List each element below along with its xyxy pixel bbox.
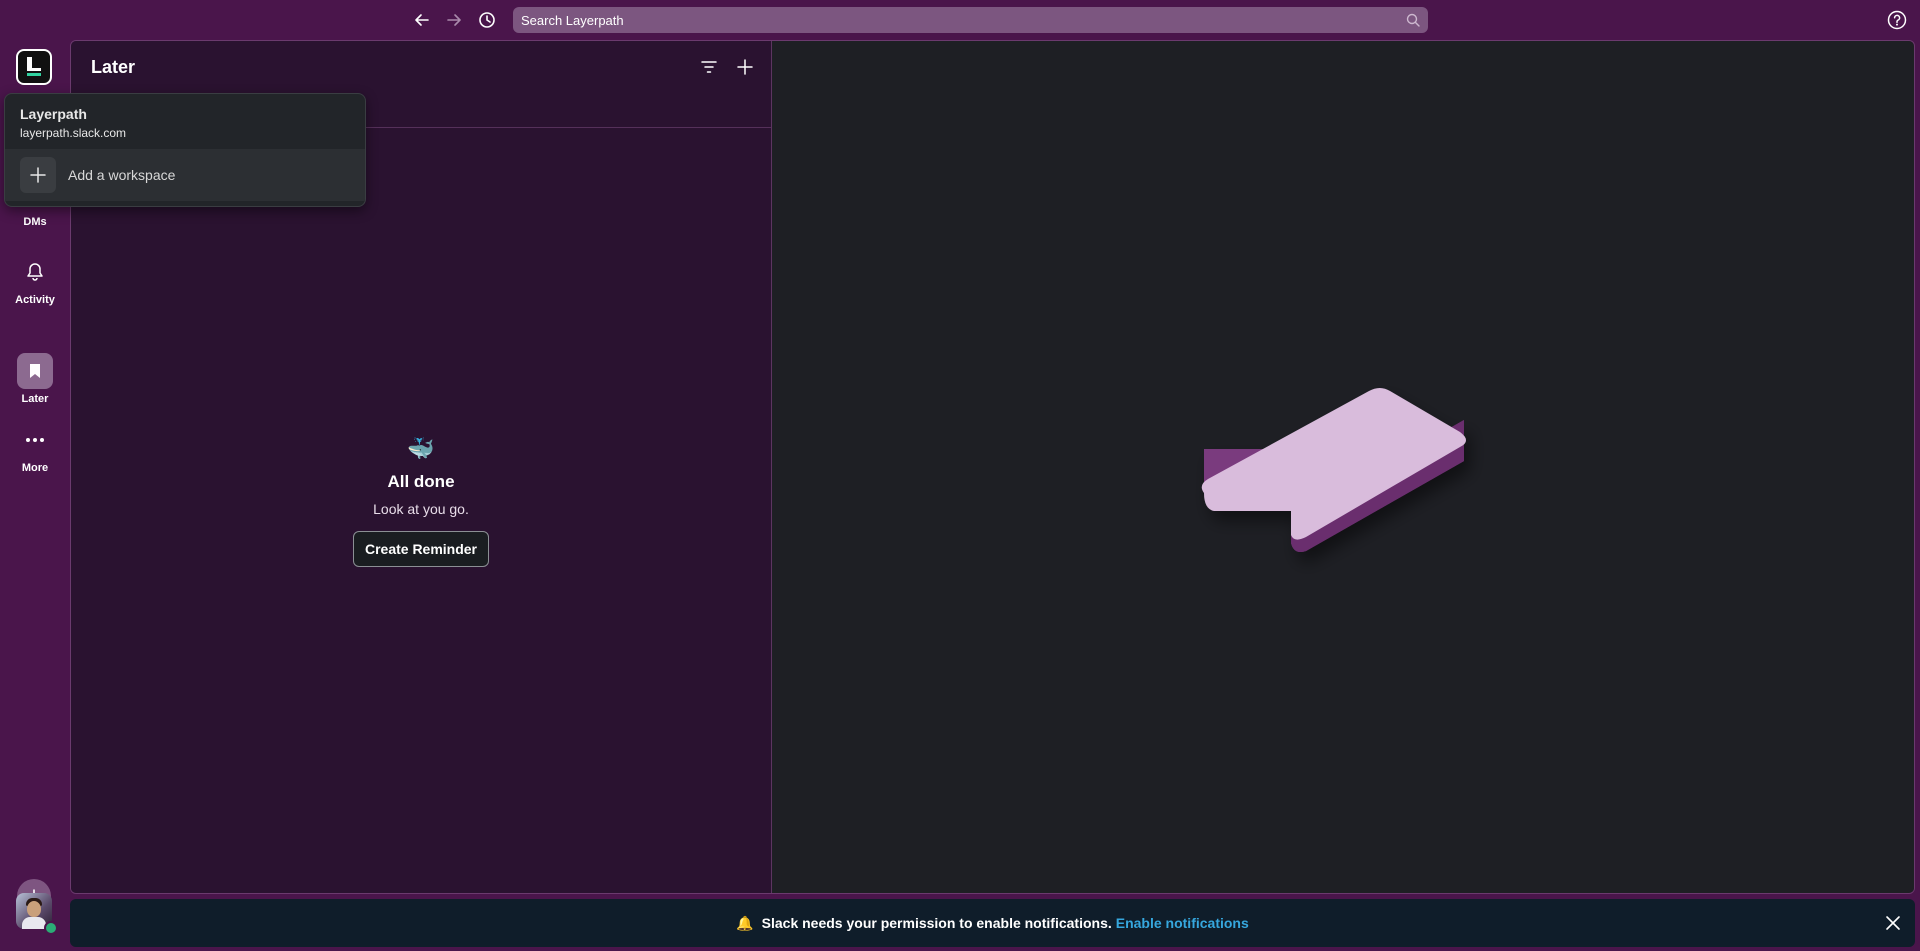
add-workspace-item[interactable]: Add a workspace <box>5 149 365 201</box>
help-icon <box>1887 10 1907 30</box>
bookmark-icon <box>17 353 53 389</box>
new-reminder-button[interactable] <box>733 55 757 79</box>
rail-item-more[interactable]: More <box>0 422 70 474</box>
rail-item-label: DMs <box>23 216 47 228</box>
search-bar[interactable]: Search Layerpath <box>513 7 1428 33</box>
detail-pane <box>772 41 1914 893</box>
empty-subtitle: Look at you go. <box>373 501 469 517</box>
close-banner-button[interactable] <box>1881 911 1905 935</box>
filter-icon <box>701 61 717 73</box>
online-status-dot <box>44 921 58 935</box>
back-button[interactable] <box>410 8 434 32</box>
plus-icon <box>20 157 56 193</box>
clock-icon <box>479 12 495 28</box>
empty-title: All done <box>387 472 455 491</box>
whale-emoji: 🐳 <box>407 436 435 461</box>
help-button[interactable] <box>1886 9 1908 31</box>
bell-emoji-icon: 🔔 <box>736 914 754 931</box>
arrow-right-icon <box>447 14 461 26</box>
close-icon <box>1886 916 1900 930</box>
rail-item-later[interactable]: Later <box>0 353 70 405</box>
user-avatar[interactable] <box>16 893 58 935</box>
plus-icon <box>737 59 753 75</box>
workspace-name[interactable]: Layerpath <box>20 106 87 122</box>
rail-item-label: Later <box>21 393 49 405</box>
notification-banner: 🔔 Slack needs your permission to enable … <box>70 899 1915 947</box>
workspace-url: layerpath.slack.com <box>20 126 127 140</box>
more-icon <box>17 422 53 458</box>
rail-item-label: Activity <box>15 294 55 306</box>
search-icon <box>1406 13 1420 27</box>
page-title: Later <box>91 57 136 77</box>
create-reminder-button[interactable]: Create Reminder <box>352 531 490 567</box>
workspace-menu: Layerpath layerpath.slack.com Add a work… <box>4 93 366 207</box>
search-placeholder: Search Layerpath <box>521 12 624 28</box>
notification-message: Slack needs your permission to enable no… <box>761 915 1112 931</box>
arrow-left-icon <box>415 14 429 26</box>
forward-button[interactable] <box>442 8 466 32</box>
bell-icon <box>17 254 53 290</box>
bookmark-illustration <box>1201 388 1466 552</box>
history-button[interactable] <box>475 8 499 32</box>
enable-notifications-link[interactable]: Enable notifications <box>1116 915 1249 931</box>
empty-state: 🐳 All done Look at you go. Create Remind… <box>71 436 771 567</box>
filter-button[interactable] <box>697 55 721 79</box>
add-workspace-label: Add a workspace <box>68 167 176 183</box>
top-bar: Search Layerpath <box>0 0 1920 40</box>
rail-item-label: More <box>21 462 49 474</box>
workspace-logo-icon <box>27 57 41 76</box>
rail-item-activity[interactable]: Activity <box>0 254 70 306</box>
rail-item-dms[interactable]: DMs <box>0 216 70 228</box>
workspace-switcher[interactable] <box>16 49 52 85</box>
